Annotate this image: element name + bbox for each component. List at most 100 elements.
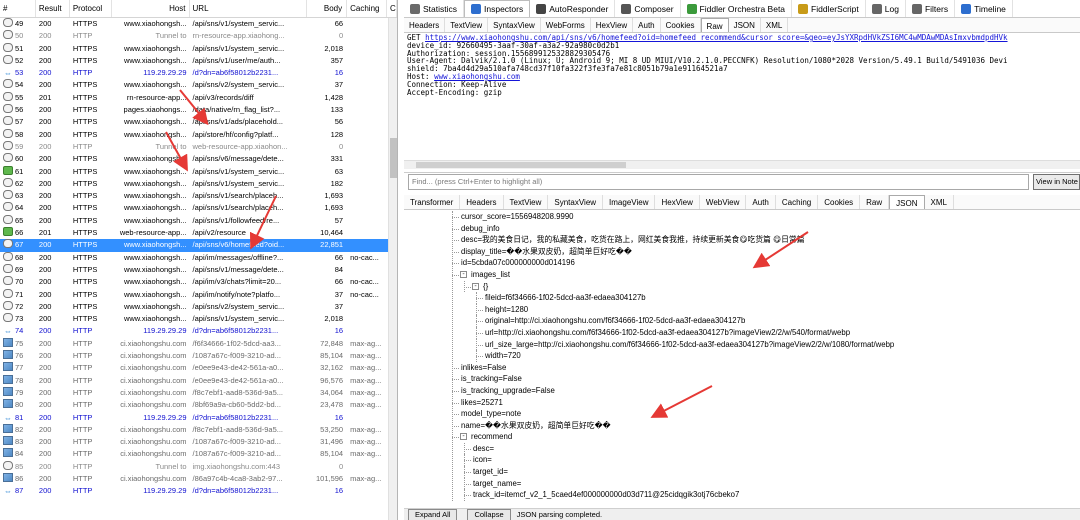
response-tab-textview[interactable]: TextView [504, 195, 549, 209]
raw-horizontal-scrollbar[interactable] [404, 160, 1080, 169]
json-node[interactable]: original=http://ci.xiaohongshu.com/f6f34… [404, 315, 1080, 327]
session-row[interactable]: 52 200 HTTPS www.xiaohongsh... /api/sns/v1/u… [0, 54, 397, 67]
session-row[interactable]: 71 200 HTTPS www.xiaohongsh... /api/im/notif… [0, 288, 397, 301]
json-node[interactable]: name=��水果双皮奶，超简单巨好吃�� [404, 420, 1080, 432]
collapse-toggle-icon[interactable]: - [460, 433, 467, 441]
tab-autoresponder[interactable]: AutoResponder [530, 0, 616, 17]
view-in-notepad-button[interactable]: View in Note [1033, 174, 1080, 190]
session-row[interactable]: 84 200 HTTP ci.xiaohongshu.com/1087a67c-f00… [0, 448, 397, 460]
session-row[interactable]: 67 200 HTTPS www.xiaohongsh... /api/sns/v6/h… [0, 239, 397, 252]
session-row[interactable]: 76 200 HTTP ci.xiaohongshu.com/1087a67c-f00… [0, 350, 397, 362]
session-row[interactable]: 78 200 HTTP ci.xiaohongshu.com/e0ee9e43-de4… [0, 374, 397, 387]
session-row[interactable]: 80 200 HTTP ci.xiaohongshu.com/8bf69a9a-cb6… [0, 399, 397, 411]
json-tree[interactable]: cursor_score=1556948208.9990 debug_info de… [404, 211, 1080, 506]
session-row[interactable]: 65 200 HTTPS www.xiaohongsh... /api/sns/v1/f… [0, 214, 397, 227]
response-tab-json[interactable]: JSON [889, 195, 925, 209]
response-tab-webview[interactable]: WebView [700, 195, 747, 209]
response-tab-cookies[interactable]: Cookies [818, 195, 861, 209]
session-row[interactable]: ⇔ 74 200 HTTP 119.29.29.29/d?dn=ab6f58012b22… [0, 325, 397, 337]
session-row[interactable]: 54 200 HTTPS www.xiaohongsh... /api/sns/v2/s… [0, 79, 397, 91]
session-row[interactable]: 51 200 HTTPS www.xiaohongsh... /api/sns/v1/s… [0, 42, 397, 55]
tab-filters[interactable]: Filters [906, 0, 956, 17]
json-node[interactable]: icon= [404, 454, 1080, 467]
col-protocol[interactable]: Protocol [70, 0, 112, 17]
collapse-toggle-icon[interactable]: - [472, 282, 479, 290]
session-row[interactable]: 58 200 HTTPS www.xiaohongsh... /api/store/hf… [0, 128, 397, 141]
response-tab-auth[interactable]: Auth [746, 195, 776, 209]
col-content-type[interactable]: C [387, 0, 397, 17]
session-row[interactable]: 63 200 HTTPS www.xiaohongsh... /api/sns/v1/s… [0, 190, 397, 202]
session-row[interactable]: 61 200 HTTPS www.xiaohongsh... /api/sns/v1/s… [0, 165, 397, 178]
response-tab-xml[interactable]: XML [925, 195, 954, 209]
session-row[interactable]: 75 200 HTTP ci.xiaohongshu.com/f6f34666-1f0… [0, 337, 397, 350]
session-row[interactable]: 57 200 HTTPS www.xiaohongsh... /api/sns/v1/a… [0, 116, 397, 128]
col-host[interactable]: Host [112, 0, 190, 17]
session-row[interactable]: 62 200 HTTPS www.xiaohongsh... /api/sns/v1/s… [0, 177, 397, 190]
json-node[interactable]: model_type=note [404, 408, 1080, 420]
request-tab-json[interactable]: JSON [729, 18, 761, 32]
response-tab-syntaxview[interactable]: SyntaxView [548, 195, 604, 209]
response-tab-caching[interactable]: Caching [776, 195, 819, 209]
session-row[interactable]: 82 200 HTTP ci.xiaohongshu.com/f8c7ebf1-aad… [0, 423, 397, 436]
json-node[interactable]: cursor_score=1556948208.9990 [404, 211, 1080, 223]
request-tab-auth[interactable]: Auth [633, 18, 661, 32]
col-body[interactable]: Body [307, 0, 348, 17]
session-row[interactable]: 70 200 HTTPS www.xiaohongsh... /api/im/v3/ch… [0, 276, 397, 288]
tab-composer[interactable]: Composer [615, 0, 681, 17]
find-input[interactable]: Find... (press Ctrl+Enter to highlight a… [408, 174, 1029, 190]
response-tab-transformer[interactable]: Transformer [404, 195, 461, 209]
tab-log[interactable]: Log [866, 0, 906, 17]
json-node[interactable]: id=5cbda07c000000000d014196 [404, 257, 1080, 269]
request-tab-xml[interactable]: XML [761, 18, 789, 32]
session-row[interactable]: 50 200 HTTP Tunnel to rn-resource-app.xiaoho… [0, 30, 397, 42]
request-tab-webforms[interactable]: WebForms [541, 18, 591, 32]
sessions-scrollbar[interactable] [388, 18, 397, 520]
json-node[interactable]: - recommend [404, 431, 1080, 443]
col-number[interactable]: # [0, 0, 36, 17]
sessions-list[interactable]: # Result Protocol Host URL Body Caching … [0, 0, 398, 520]
session-row[interactable]: 64 200 HTTPS www.xiaohongsh... /api/sns/v1/s… [0, 202, 397, 214]
response-tab-imageview[interactable]: ImageView [603, 195, 656, 209]
col-result[interactable]: Result [36, 0, 70, 17]
collapse-button[interactable]: Collapse [467, 508, 511, 520]
session-row[interactable]: 85 200 HTTP Tunnel to img.xiaohongshu.com:44… [0, 460, 397, 473]
session-row[interactable]: 60 200 HTTPS www.xiaohongsh... /api/sns/v6/m… [0, 153, 397, 165]
request-tab-raw[interactable]: Raw [700, 18, 729, 32]
session-row[interactable]: 72 200 HTTPS www.xiaohongsh... /api/sns/v2/s… [0, 300, 397, 313]
tab-fiddler-orchestra-beta[interactable]: Fiddler Orchestra Beta [681, 0, 793, 17]
json-node[interactable]: url_size_large=http://ci.xiaohongshu.com… [404, 338, 1080, 351]
request-tab-cookies[interactable]: Cookies [661, 18, 701, 32]
collapse-toggle-icon[interactable]: - [460, 270, 467, 278]
json-node[interactable]: -{} [404, 280, 1080, 293]
tab-statistics[interactable]: Statistics [404, 0, 465, 17]
tab-timeline[interactable]: Timeline [955, 0, 1013, 17]
json-node[interactable]: target_name= [404, 477, 1080, 490]
response-tab-hexview[interactable]: HexView [655, 195, 700, 209]
json-node[interactable]: - images_list [404, 269, 1080, 281]
request-tab-hexview[interactable]: HexView [591, 18, 634, 32]
json-node[interactable]: inlikes=False [404, 362, 1080, 374]
json-node[interactable]: is_tracking=False [404, 373, 1080, 385]
session-row[interactable]: ⇔ 53 200 HTTP 119.29.29.29/d?dn=ab6f58012b22… [0, 67, 397, 79]
session-row[interactable]: 59 200 HTTP Tunnel to web-resource-app.xiaoh… [0, 140, 397, 153]
scroll-thumb[interactable] [390, 138, 397, 178]
tab-fiddlerscript[interactable]: FiddlerScript [792, 0, 866, 17]
session-row[interactable]: 73 200 HTTPS www.xiaohongsh... /api/sns/v1/s… [0, 313, 397, 325]
json-node[interactable]: display_title=��水果双皮奶，超简单巨好吃�� [404, 246, 1080, 258]
session-row[interactable]: 68 200 HTTPS www.xiaohongsh... /api/im/messa… [0, 251, 397, 264]
session-row[interactable]: 56 200 HTTPS pages.xiaohongs... /data/native… [0, 104, 397, 116]
session-row[interactable]: 77 200 HTTP ci.xiaohongshu.com/e0ee9e43-de4… [0, 362, 397, 374]
session-row[interactable]: 79 200 HTTP ci.xiaohongshu.com/f8c7ebf1-aad… [0, 386, 397, 399]
raw-request-view[interactable]: GET https://www.xiaohongshu.com/api/sns/… [404, 33, 1080, 173]
json-node[interactable]: height=1280 [404, 303, 1080, 316]
json-node[interactable]: target_id= [404, 466, 1080, 478]
session-row[interactable]: 66 201 HTTPS web-resource-app... /api/v2/res… [0, 227, 397, 239]
session-row[interactable]: 55 201 HTTPS rn-resource-app... /api/v3/reco… [0, 91, 397, 104]
json-node[interactable]: track_id=itemcf_v2_1_5caed4ef000000000d0… [404, 489, 1080, 501]
tab-inspectors[interactable]: Inspectors [464, 0, 531, 17]
json-node[interactable]: width=720 [404, 350, 1080, 362]
hscroll-thumb[interactable] [416, 162, 626, 168]
json-node[interactable]: likes=25271 [404, 397, 1080, 409]
expand-all-button[interactable]: Expand All [408, 508, 458, 520]
json-node[interactable]: is_tracking_upgrade=False [404, 385, 1080, 397]
